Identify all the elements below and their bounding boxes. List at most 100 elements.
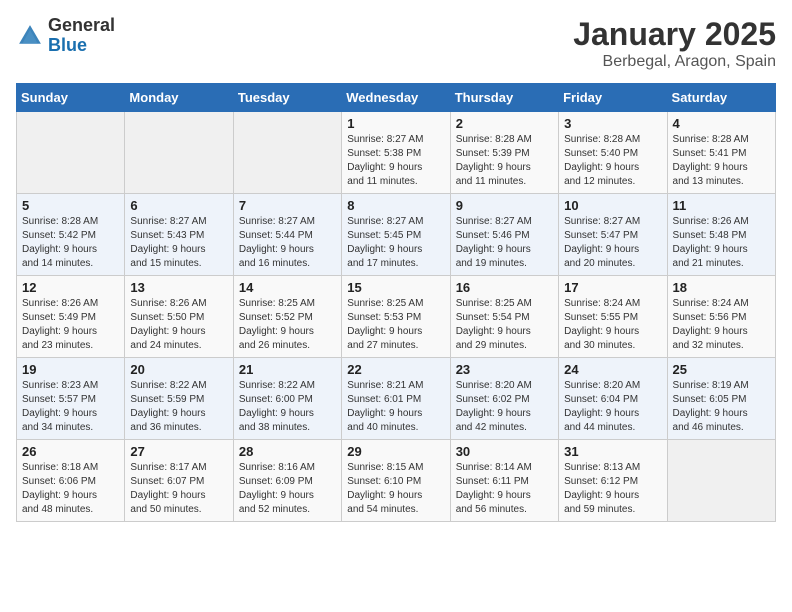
header-day-sunday: Sunday <box>17 84 125 112</box>
day-number: 26 <box>22 444 119 459</box>
day-number: 10 <box>564 198 661 213</box>
header-day-wednesday: Wednesday <box>342 84 450 112</box>
day-cell: 17 Sunrise: 8:24 AM Sunset: 5:55 PM Dayli… <box>559 276 667 358</box>
day-detail: Sunrise: 8:28 AM Sunset: 5:42 PM Dayligh… <box>22 215 119 271</box>
day-number: 30 <box>456 444 553 459</box>
day-cell: 9 Sunrise: 8:27 AM Sunset: 5:46 PM Daylig… <box>450 194 558 276</box>
day-detail: Sunrise: 8:28 AM Sunset: 5:41 PM Dayligh… <box>673 133 770 189</box>
day-detail: Sunrise: 8:14 AM Sunset: 6:11 PM Dayligh… <box>456 461 553 517</box>
week-row-3: 12 Sunrise: 8:26 AM Sunset: 5:49 PM Dayli… <box>17 276 776 358</box>
day-number: 28 <box>239 444 336 459</box>
day-cell: 11 Sunrise: 8:26 AM Sunset: 5:48 PM Dayli… <box>667 194 775 276</box>
day-number: 18 <box>673 280 770 295</box>
day-cell: 19Sunrise: 8:23 AM Sunset: 5:57 PM Dayli… <box>17 358 125 440</box>
day-cell: 29Sunrise: 8:15 AM Sunset: 6:10 PM Dayli… <box>342 440 450 522</box>
day-detail: Sunrise: 8:16 AM Sunset: 6:09 PM Dayligh… <box>239 461 336 517</box>
day-number: 16 <box>456 280 553 295</box>
day-detail: Sunrise: 8:27 AM Sunset: 5:38 PM Dayligh… <box>347 133 444 189</box>
logo-icon <box>16 22 44 50</box>
day-number: 21 <box>239 362 336 377</box>
day-number: 9 <box>456 198 553 213</box>
day-detail: Sunrise: 8:25 AM Sunset: 5:54 PM Dayligh… <box>456 297 553 353</box>
day-cell <box>17 112 125 194</box>
day-number: 4 <box>673 116 770 131</box>
week-row-2: 5 Sunrise: 8:28 AM Sunset: 5:42 PM Daylig… <box>17 194 776 276</box>
day-detail: Sunrise: 8:27 AM Sunset: 5:45 PM Dayligh… <box>347 215 444 271</box>
day-cell: 30 Sunrise: 8:14 AM Sunset: 6:11 PM Dayli… <box>450 440 558 522</box>
calendar-body: 1 Sunrise: 8:27 AM Sunset: 5:38 PM Daylig… <box>17 112 776 522</box>
calendar-table: SundayMondayTuesdayWednesdayThursdayFrid… <box>16 83 776 522</box>
day-number: 5 <box>22 198 119 213</box>
day-detail: Sunrise: 8:21 AM Sunset: 6:01 PM Dayligh… <box>347 379 444 435</box>
day-cell: 1 Sunrise: 8:27 AM Sunset: 5:38 PM Daylig… <box>342 112 450 194</box>
day-cell: 27 Sunrise: 8:17 AM Sunset: 6:07 PM Dayli… <box>125 440 233 522</box>
day-detail: Sunrise: 8:24 AM Sunset: 5:55 PM Dayligh… <box>564 297 661 353</box>
day-number: 15 <box>347 280 444 295</box>
day-number: 11 <box>673 198 770 213</box>
day-number: 24 <box>564 362 661 377</box>
day-number: 27 <box>130 444 227 459</box>
header-day-saturday: Saturday <box>667 84 775 112</box>
day-detail: Sunrise: 8:22 AM Sunset: 6:00 PM Dayligh… <box>239 379 336 435</box>
logo: General Blue <box>16 16 115 56</box>
day-cell: 22 Sunrise: 8:21 AM Sunset: 6:01 PM Dayli… <box>342 358 450 440</box>
day-cell: 10 Sunrise: 8:27 AM Sunset: 5:47 PM Dayli… <box>559 194 667 276</box>
day-detail: Sunrise: 8:18 AM Sunset: 6:06 PM Dayligh… <box>22 461 119 517</box>
day-detail: Sunrise: 8:20 AM Sunset: 6:04 PM Dayligh… <box>564 379 661 435</box>
day-number: 22 <box>347 362 444 377</box>
day-cell <box>233 112 341 194</box>
day-detail: Sunrise: 8:27 AM Sunset: 5:46 PM Dayligh… <box>456 215 553 271</box>
day-number: 17 <box>564 280 661 295</box>
day-number: 23 <box>456 362 553 377</box>
day-detail: Sunrise: 8:26 AM Sunset: 5:50 PM Dayligh… <box>130 297 227 353</box>
day-cell: 20 Sunrise: 8:22 AM Sunset: 5:59 PM Dayli… <box>125 358 233 440</box>
day-detail: Sunrise: 8:26 AM Sunset: 5:48 PM Dayligh… <box>673 215 770 271</box>
day-detail: Sunrise: 8:26 AM Sunset: 5:49 PM Dayligh… <box>22 297 119 353</box>
calendar-header-row: SundayMondayTuesdayWednesdayThursdayFrid… <box>17 84 776 112</box>
day-detail: Sunrise: 8:27 AM Sunset: 5:47 PM Dayligh… <box>564 215 661 271</box>
week-row-1: 1 Sunrise: 8:27 AM Sunset: 5:38 PM Daylig… <box>17 112 776 194</box>
title-area: January 2025 Berbegal, Aragon, Spain <box>573 16 776 71</box>
day-cell: 7 Sunrise: 8:27 AM Sunset: 5:44 PM Daylig… <box>233 194 341 276</box>
day-detail: Sunrise: 8:28 AM Sunset: 5:39 PM Dayligh… <box>456 133 553 189</box>
day-number: 20 <box>130 362 227 377</box>
day-cell: 6Sunrise: 8:27 AM Sunset: 5:43 PM Daylig… <box>125 194 233 276</box>
day-cell: 12 Sunrise: 8:26 AM Sunset: 5:49 PM Dayli… <box>17 276 125 358</box>
day-detail: Sunrise: 8:13 AM Sunset: 6:12 PM Dayligh… <box>564 461 661 517</box>
day-number: 13 <box>130 280 227 295</box>
day-cell: 4 Sunrise: 8:28 AM Sunset: 5:41 PM Daylig… <box>667 112 775 194</box>
day-number: 2 <box>456 116 553 131</box>
day-cell: 31Sunrise: 8:13 AM Sunset: 6:12 PM Dayli… <box>559 440 667 522</box>
day-detail: Sunrise: 8:17 AM Sunset: 6:07 PM Dayligh… <box>130 461 227 517</box>
logo-general-text: General <box>48 16 115 36</box>
day-cell <box>125 112 233 194</box>
day-cell: 23Sunrise: 8:20 AM Sunset: 6:02 PM Dayli… <box>450 358 558 440</box>
week-row-5: 26 Sunrise: 8:18 AM Sunset: 6:06 PM Dayli… <box>17 440 776 522</box>
day-detail: Sunrise: 8:19 AM Sunset: 6:05 PM Dayligh… <box>673 379 770 435</box>
day-detail: Sunrise: 8:25 AM Sunset: 5:53 PM Dayligh… <box>347 297 444 353</box>
day-number: 1 <box>347 116 444 131</box>
day-cell: 2 Sunrise: 8:28 AM Sunset: 5:39 PM Daylig… <box>450 112 558 194</box>
logo-blue-text: Blue <box>48 36 115 56</box>
day-cell: 5 Sunrise: 8:28 AM Sunset: 5:42 PM Daylig… <box>17 194 125 276</box>
day-number: 12 <box>22 280 119 295</box>
day-cell: 24 Sunrise: 8:20 AM Sunset: 6:04 PM Dayli… <box>559 358 667 440</box>
day-detail: Sunrise: 8:22 AM Sunset: 5:59 PM Dayligh… <box>130 379 227 435</box>
day-cell: 8Sunrise: 8:27 AM Sunset: 5:45 PM Daylig… <box>342 194 450 276</box>
day-number: 7 <box>239 198 336 213</box>
day-detail: Sunrise: 8:27 AM Sunset: 5:44 PM Dayligh… <box>239 215 336 271</box>
day-detail: Sunrise: 8:27 AM Sunset: 5:43 PM Dayligh… <box>130 215 227 271</box>
day-cell: 21 Sunrise: 8:22 AM Sunset: 6:00 PM Dayli… <box>233 358 341 440</box>
header-day-thursday: Thursday <box>450 84 558 112</box>
day-cell: 16 Sunrise: 8:25 AM Sunset: 5:54 PM Dayli… <box>450 276 558 358</box>
day-cell: 18Sunrise: 8:24 AM Sunset: 5:56 PM Dayli… <box>667 276 775 358</box>
day-cell: 14Sunrise: 8:25 AM Sunset: 5:52 PM Dayli… <box>233 276 341 358</box>
day-cell: 25 Sunrise: 8:19 AM Sunset: 6:05 PM Dayli… <box>667 358 775 440</box>
day-cell: 28 Sunrise: 8:16 AM Sunset: 6:09 PM Dayli… <box>233 440 341 522</box>
day-detail: Sunrise: 8:15 AM Sunset: 6:10 PM Dayligh… <box>347 461 444 517</box>
day-number: 14 <box>239 280 336 295</box>
month-title: January 2025 <box>573 16 776 53</box>
header-day-friday: Friday <box>559 84 667 112</box>
week-row-4: 19Sunrise: 8:23 AM Sunset: 5:57 PM Dayli… <box>17 358 776 440</box>
day-number: 25 <box>673 362 770 377</box>
